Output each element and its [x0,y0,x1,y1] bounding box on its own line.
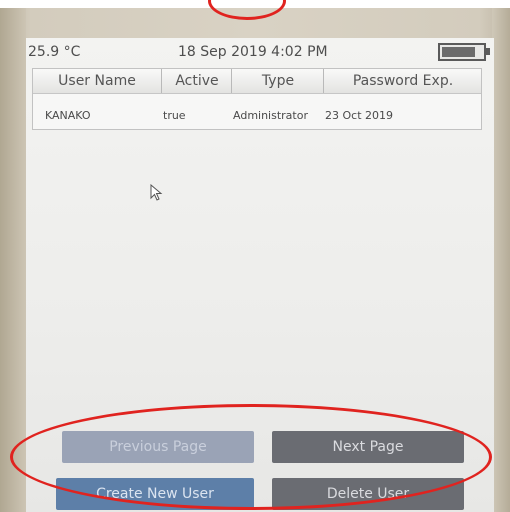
temperature-readout: 25.9 °C [28,44,81,60]
battery-tip [486,48,490,55]
column-header-active[interactable]: Active [163,69,232,93]
bezel-left-edge [0,8,26,512]
status-bar: 25.9 °C 18 Sep 2019 4:02 PM [26,38,494,64]
cell-password-exp: 23 Oct 2019 [325,109,394,122]
table-header: User Name Active Type Password Exp. [33,69,481,94]
column-header-type[interactable]: Type [233,69,324,93]
battery-icon [438,43,486,61]
column-header-password-exp[interactable]: Password Exp. [325,69,481,93]
user-table: User Name Active Type Password Exp. KANA… [32,68,482,130]
cell-active: true [163,109,186,122]
button-highlight-ellipse [10,404,492,510]
column-header-user-name[interactable]: User Name [33,69,162,93]
mouse-pointer-icon [150,184,163,201]
battery-level-fill [442,47,476,57]
bezel-right-edge [492,8,510,512]
cell-user-name: KANAKO [45,109,91,122]
cell-type: Administrator [233,109,308,122]
date-time-readout: 18 Sep 2019 4:02 PM [178,44,328,60]
